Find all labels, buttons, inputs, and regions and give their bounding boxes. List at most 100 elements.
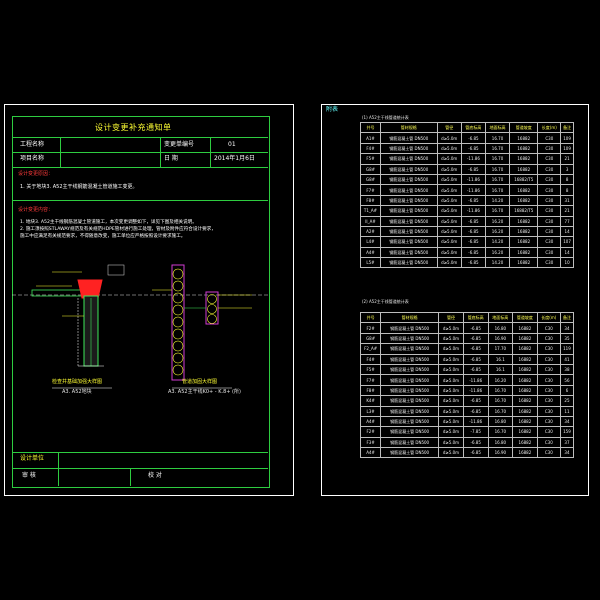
- table-cell: 16882: [509, 153, 539, 165]
- table-row: F2_A# 钢筋混凝土管 DN500 d≥5.0m -6.85 17.70 16882 C3…: [359, 343, 575, 355]
- table-header-cell: 井号: [359, 311, 382, 324]
- table-cell: -6.85: [462, 436, 489, 449]
- table-row: A4# 钢筋混凝土管 DN500 d≥5.0m -6.85 16.90 16882 C30 3…: [359, 447, 575, 459]
- table-cell: -6.85: [462, 343, 489, 355]
- table-cell: 16.70: [484, 205, 511, 217]
- table-row: F5# 钢筋混凝土管 DN500 d≥5.0m -11.86 16.70 16882 C30…: [360, 153, 574, 165]
- table-cell: C30: [537, 173, 562, 186]
- table-cell: 钢筋混凝土管 DN500: [379, 163, 438, 175]
- table-cell: 钢筋混凝土管 DN500: [380, 322, 440, 334]
- table-cell: d≥5.0m: [436, 163, 462, 175]
- table-cell: C30: [537, 163, 562, 175]
- table-cell: -6.85: [462, 322, 489, 334]
- table-cell: C30: [536, 405, 561, 417]
- table-row: G8# 钢筋混凝土管 DN500 d≥5.0m -11.86 16.70 16882/T5…: [360, 173, 574, 186]
- table-cell: 16.70: [484, 173, 511, 186]
- table-cell: 16.70: [484, 163, 511, 175]
- table-cell: -11.86: [462, 384, 489, 397]
- table-cell: F3#: [359, 436, 382, 449]
- table-cell: C30: [537, 142, 562, 155]
- table-cell: 16882: [509, 246, 539, 259]
- table-cell: 34: [559, 415, 575, 428]
- table-cell: A4#: [359, 415, 382, 428]
- table-cell: 16.70: [487, 395, 514, 407]
- table-cell: 16.90: [487, 447, 514, 459]
- checker-label: 校 对: [148, 472, 162, 479]
- table-cell: 钢筋混凝土管 DN500: [379, 173, 438, 186]
- table-cell: 16.70: [484, 153, 511, 165]
- table-cell: 16.80: [487, 322, 514, 334]
- table-cell: 16882: [509, 236, 539, 248]
- table-cell: 16882: [512, 405, 538, 417]
- table-cell: 35: [559, 332, 575, 345]
- table-cell: 16882: [509, 215, 539, 227]
- table-cell: d≥5.0m: [436, 225, 462, 238]
- table-cell: 10: [560, 257, 574, 269]
- table-cell: 21: [560, 205, 574, 217]
- table-cell: d≥5.0m: [438, 322, 464, 334]
- table-cell: C30: [537, 194, 562, 207]
- table-header-cell: 井号: [360, 121, 381, 134]
- table-cell: II_A#: [360, 215, 381, 227]
- table-cell: 16882: [512, 426, 538, 438]
- table-cell: -6.85: [462, 405, 489, 417]
- table-cell: F5#: [360, 153, 381, 165]
- table-cell: 109: [560, 132, 574, 144]
- table-cell: 16882: [512, 363, 538, 376]
- table-cell: 56: [559, 374, 575, 386]
- row2-label-a: 项目名称: [20, 155, 45, 162]
- signature-divider: [12, 468, 268, 469]
- table-cell: C30: [536, 363, 561, 376]
- table-cell: C30: [537, 132, 562, 144]
- table-cell: -11.86: [460, 173, 486, 186]
- table-cell: 119: [559, 343, 575, 355]
- table-cell: 16882: [512, 384, 538, 397]
- row2-value-b: 2014年1月6日: [214, 155, 255, 162]
- table-row: A4# 钢筋混凝土管 DN500 d≥5.0m -11.86 16.80 16882 C30…: [359, 415, 575, 428]
- table-cell: 16.70: [487, 405, 514, 417]
- table-cell: d≥5.0m: [438, 374, 464, 386]
- table-header-cell: 备注: [559, 311, 575, 324]
- table-cell: -6.85: [460, 132, 486, 144]
- table-cell: C30: [536, 426, 561, 438]
- table-cell: 钢筋混凝土管 DN500: [380, 447, 440, 459]
- table-cell: 6: [559, 384, 575, 397]
- table-row: F4# 钢筋混凝土管 DN500 d≥5.0m -6.85 16.70 16882 C30 1…: [360, 142, 574, 155]
- table-cell: C30: [536, 436, 561, 449]
- table-cell: -11.86: [460, 205, 486, 217]
- table-cell: 17.70: [487, 343, 514, 355]
- table-cell: A1#: [360, 132, 381, 144]
- table-header-row: 井号 管材规格 管径 管底标高 地面标高 管道坡度 长度(m) 备注: [360, 121, 574, 134]
- table-cell: 11: [559, 405, 575, 417]
- table-cell: 16882: [509, 225, 539, 238]
- appendix-label: 附表: [326, 106, 339, 113]
- table-cell: 34: [559, 447, 575, 459]
- table-header-cell: 管材规格: [380, 311, 440, 324]
- table-cell: 16882: [509, 132, 539, 144]
- table-cell: -6.85: [462, 363, 489, 376]
- table-cell: 16882: [512, 374, 538, 386]
- table-cell: 钢筋混凝土管 DN500: [379, 246, 438, 259]
- table-cell: -11.86: [462, 374, 489, 386]
- table-cell: d≥5.0m: [436, 184, 462, 196]
- table-cell: C30: [536, 332, 561, 345]
- table-cell: A2#: [360, 225, 381, 238]
- table-cell: 钢筋混凝土管 DN500: [380, 384, 440, 397]
- table-cell: 16.20: [484, 225, 511, 238]
- table-cell: 钢筋混凝土管 DN500: [379, 153, 438, 165]
- table-cell: 16882: [512, 436, 538, 449]
- table-cell: 钢筋混凝土管 DN500: [380, 374, 440, 386]
- table-cell: 钢筋混凝土管 DN500: [380, 353, 440, 365]
- table-header-row: 井号 管材规格 管径 管底标高 地面标高 管道坡度 长度(m) 备注: [359, 311, 575, 324]
- table-cell: 16882: [509, 163, 539, 175]
- table-cell: L3#: [359, 405, 382, 417]
- table-cell: -11.86: [460, 153, 486, 165]
- table-cell: F4#: [360, 142, 381, 155]
- table-cell: C30: [537, 184, 562, 196]
- table2-title: (2) A52主干线管道统计表: [362, 299, 409, 304]
- table-cell: 钢筋混凝土管 DN500: [379, 205, 438, 217]
- table-cell: C30: [536, 384, 561, 397]
- table-cell: F2#: [359, 426, 382, 438]
- table-cell: C30: [537, 153, 562, 165]
- table-cell: 16882/T5: [509, 173, 539, 186]
